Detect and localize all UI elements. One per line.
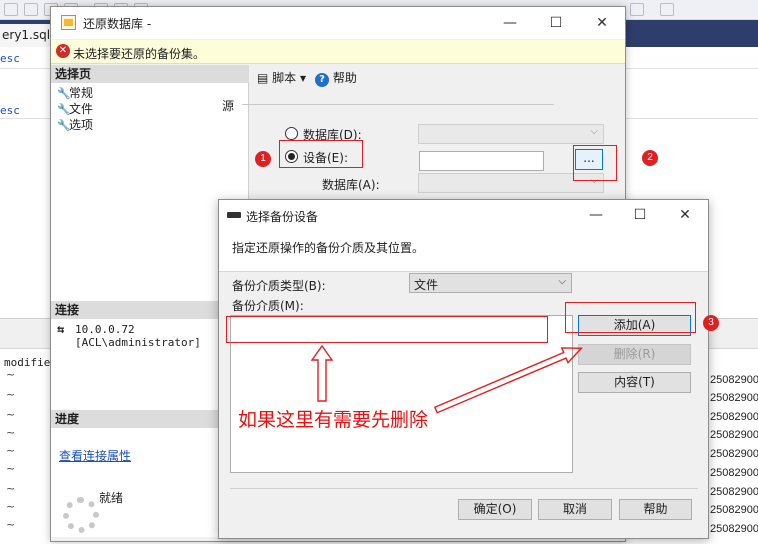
annotation-note: 如果这里有需要先删除 [238, 409, 429, 431]
annotation-diagonal-arrow [433, 347, 584, 414]
annotation-arrows [310, 344, 584, 414]
annotation-up-arrow [310, 344, 334, 402]
